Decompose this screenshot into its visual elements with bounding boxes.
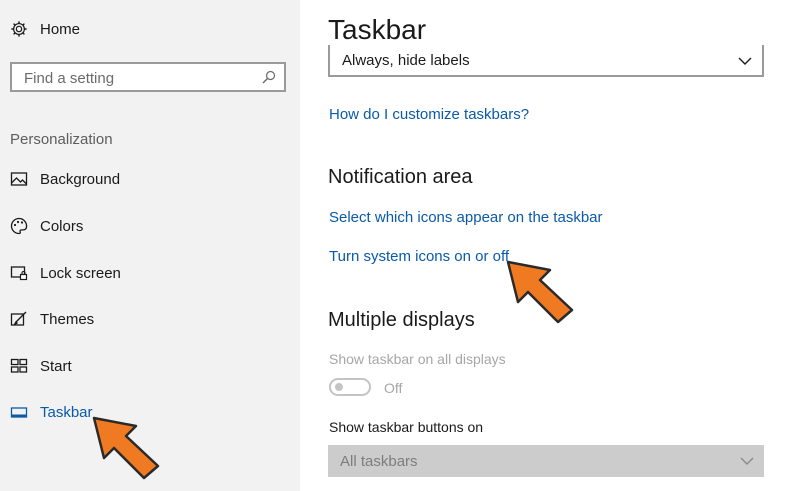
buttons-on-label: Show taskbar buttons on <box>329 419 484 435</box>
select-icons-link[interactable]: Select which icons appear on the taskbar <box>329 209 603 226</box>
sidebar-item-label: Lock screen <box>40 264 121 282</box>
palette-icon <box>10 217 28 235</box>
search-icon[interactable] <box>262 70 276 84</box>
notification-area-heading: Notification area <box>328 166 473 188</box>
dropdown-value: Always, hide labels <box>342 51 470 69</box>
page-title: Taskbar <box>328 14 427 45</box>
arrow-pointer-icon <box>92 416 160 480</box>
chevron-down-icon <box>740 457 754 465</box>
sidebar-item-label: Themes <box>40 310 95 328</box>
dropdown-value: All taskbars <box>340 452 418 470</box>
show-all-displays-toggle[interactable] <box>329 378 371 396</box>
home-label: Home <box>40 20 81 38</box>
sidebar-item-label: Background <box>40 170 121 188</box>
search-box[interactable] <box>10 62 286 92</box>
multiple-displays-heading: Multiple displays <box>328 309 475 331</box>
sidebar-item-label: Start <box>40 357 72 375</box>
home-nav[interactable]: Home <box>10 20 80 38</box>
tiles-icon <box>10 358 28 373</box>
system-icons-link[interactable]: Turn system icons on or off <box>329 248 509 265</box>
search-input[interactable] <box>22 64 256 92</box>
main-content: Taskbar Always, hide labels How do I cus… <box>300 0 790 491</box>
gear-icon <box>11 21 27 37</box>
toggle-knob <box>335 383 343 391</box>
sidebar-item-colors[interactable]: Colors <box>10 212 290 240</box>
toggle-state: Off <box>384 380 403 396</box>
sidebar: Home Personalization Background Colors L… <box>0 0 300 491</box>
picture-icon <box>10 172 28 186</box>
arrow-pointer-icon <box>506 260 574 324</box>
sidebar-item-themes[interactable]: Themes <box>10 305 290 333</box>
chevron-down-icon <box>738 57 752 65</box>
sidebar-item-start[interactable]: Start <box>10 352 290 380</box>
monitor-lock-icon <box>10 266 28 281</box>
customize-taskbars-link[interactable]: How do I customize taskbars? <box>329 106 529 123</box>
labels-dropdown[interactable]: Always, hide labels <box>328 45 764 77</box>
brush-icon <box>10 311 27 326</box>
sidebar-item-lock-screen[interactable]: Lock screen <box>10 259 290 287</box>
show-all-displays-label: Show taskbar on all displays <box>329 351 506 367</box>
sidebar-item-background[interactable]: Background <box>10 165 290 193</box>
sidebar-item-label: Colors <box>40 217 84 235</box>
buttons-on-dropdown[interactable]: All taskbars <box>328 445 764 477</box>
taskbar-icon <box>10 407 28 418</box>
section-label: Personalization <box>10 131 113 148</box>
